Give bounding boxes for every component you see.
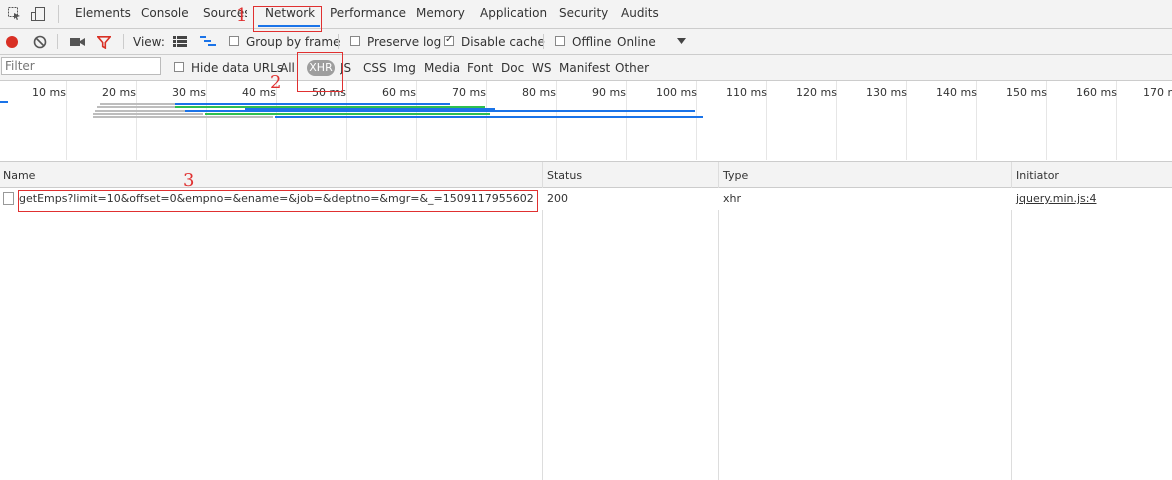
tick-label: 110 ms: [726, 86, 767, 99]
request-table-header: Name Status Type Initiator: [0, 162, 1172, 188]
disable-cache-checkbox[interactable]: [444, 34, 454, 46]
column-header-status[interactable]: Status: [547, 169, 582, 182]
tick-label: 150 ms: [1006, 86, 1047, 99]
preserve-log-label: Preserve log: [367, 35, 442, 49]
group-by-frame-checkbox[interactable]: [229, 36, 239, 46]
tick-label: 30 ms: [172, 86, 206, 99]
filter-type-other[interactable]: Other: [615, 61, 649, 75]
annotation-number: 2: [270, 72, 282, 93]
grid-line: [136, 81, 137, 160]
grid-line: [556, 81, 557, 160]
filter-type-manifest[interactable]: Manifest: [559, 61, 610, 75]
tab-elements[interactable]: Elements: [75, 6, 131, 20]
view-label: View:: [133, 35, 165, 49]
filter-type-all[interactable]: All: [280, 61, 295, 75]
divider: [543, 34, 544, 49]
overview-bar: [175, 103, 450, 105]
tick-label: 140 ms: [936, 86, 977, 99]
devtools-tab-bar: Elements Console Sources Network Perform…: [0, 0, 1172, 29]
request-type: xhr: [723, 192, 742, 205]
throttling-select[interactable]: Online: [617, 35, 656, 49]
filter-type-media[interactable]: Media: [424, 61, 460, 75]
grid-line: [346, 81, 347, 160]
annotation-box: [253, 6, 322, 32]
filter-type-font[interactable]: Font: [467, 61, 493, 75]
clear-icon[interactable]: [33, 35, 47, 49]
tick-label: 160 ms: [1076, 86, 1117, 99]
grid-line: [486, 81, 487, 160]
filter-type-doc[interactable]: Doc: [501, 61, 524, 75]
tab-application[interactable]: Application: [480, 6, 547, 20]
divider: [123, 34, 124, 49]
annotation-number: 3: [183, 170, 195, 191]
request-initiator-link[interactable]: jquery.min.js:4: [1016, 192, 1096, 205]
request-status: 200: [547, 192, 568, 205]
device-toolbar-icon[interactable]: [31, 7, 45, 21]
record-icon[interactable]: [5, 35, 19, 49]
inspect-element-icon[interactable]: [8, 7, 21, 20]
tab-security[interactable]: Security: [559, 6, 608, 20]
annotation-box: [18, 190, 538, 212]
divider: [338, 34, 339, 49]
offline-label: Offline: [572, 35, 612, 49]
overview-bar: [0, 101, 8, 103]
tab-audits[interactable]: Audits: [621, 6, 659, 20]
tick-label: 130 ms: [866, 86, 907, 99]
column-header-initiator[interactable]: Initiator: [1016, 169, 1059, 182]
preserve-log-checkbox[interactable]: [350, 36, 360, 46]
divider: [58, 5, 59, 23]
file-icon: [3, 192, 14, 205]
column-header-name[interactable]: Name: [3, 169, 35, 182]
overview-bar: [205, 113, 490, 115]
column-header-type[interactable]: Type: [723, 169, 748, 182]
tick-label: 70 ms: [452, 86, 486, 99]
overview-bar: [275, 116, 703, 118]
grid-line: [206, 81, 207, 160]
disable-cache-label: Disable cache: [461, 35, 545, 49]
offline-checkbox[interactable]: [555, 36, 565, 46]
overview-bar: [95, 110, 185, 112]
filter-funnel-icon[interactable]: [97, 36, 111, 49]
tick-label: 90 ms: [592, 86, 626, 99]
filter-type-css[interactable]: CSS: [363, 61, 387, 75]
tick-label: 100 ms: [656, 86, 697, 99]
large-rows-icon[interactable]: [173, 36, 187, 47]
tick-label: 80 ms: [522, 86, 556, 99]
filter-bar: Hide data URLs All JS CSS Img Media Font…: [0, 55, 1172, 81]
annotation-number: 1: [236, 5, 248, 26]
grid-line: [66, 81, 67, 160]
tick-label: 120 ms: [796, 86, 837, 99]
dropdown-arrow-icon[interactable]: [677, 38, 686, 44]
group-by-frame-label: Group by frame: [246, 35, 341, 49]
tab-memory[interactable]: Memory: [416, 6, 465, 20]
network-toolbar: View: Group by frame Preserve log Disabl…: [0, 29, 1172, 55]
hide-data-urls-checkbox[interactable]: [174, 62, 184, 72]
timeline-overview[interactable]: 10 ms 20 ms 30 ms 40 ms 50 ms 60 ms 70 m…: [0, 81, 1172, 162]
screenshot-camera-icon[interactable]: [70, 37, 85, 47]
grid-line: [416, 81, 417, 160]
waterfall-overview-icon[interactable]: [200, 36, 216, 47]
overview-bar: [185, 110, 695, 112]
tab-performance[interactable]: Performance: [330, 6, 406, 20]
filter-type-ws[interactable]: WS: [532, 61, 551, 75]
overview-bar: [93, 116, 273, 118]
tick-label: 170 ms: [1143, 86, 1172, 99]
filter-input[interactable]: [1, 57, 161, 75]
tick-label: 10 ms: [32, 86, 66, 99]
filter-type-img[interactable]: Img: [393, 61, 416, 75]
grid-line: [626, 81, 627, 160]
overview-bar: [93, 113, 203, 115]
annotation-box: [297, 52, 343, 92]
tick-label: 20 ms: [102, 86, 136, 99]
tab-console[interactable]: Console: [141, 6, 189, 20]
tick-label: 60 ms: [382, 86, 416, 99]
divider: [57, 34, 58, 49]
